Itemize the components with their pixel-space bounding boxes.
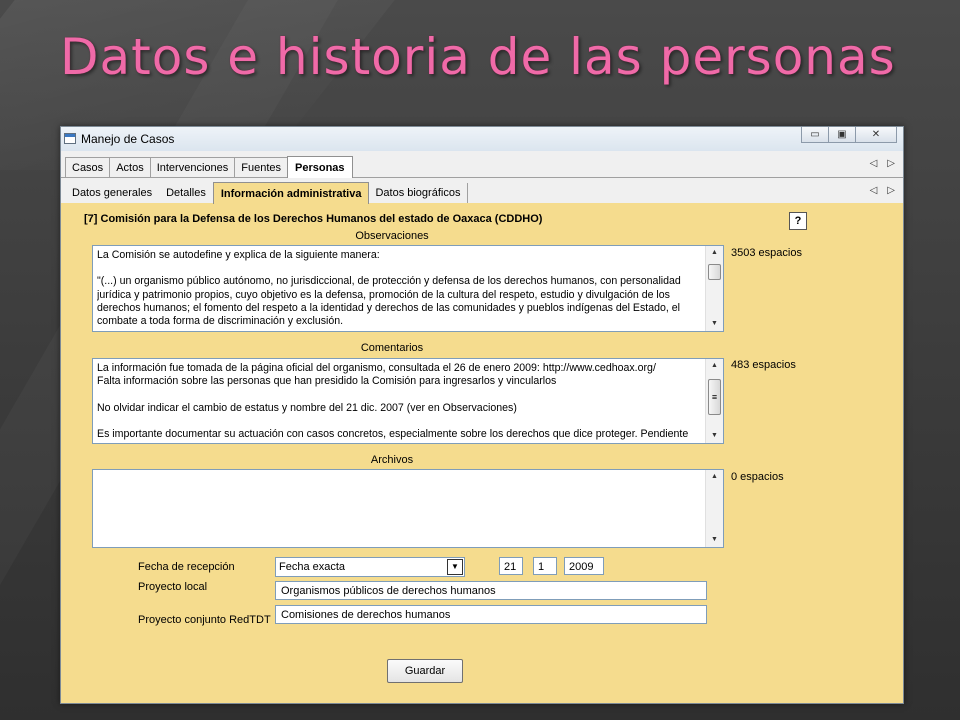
- scroll-up-icon[interactable]: ▲: [706, 359, 723, 373]
- anio-input[interactable]: 2009: [564, 557, 604, 575]
- restore-button[interactable]: ▣: [829, 127, 856, 143]
- record-title: [7] Comisión para la Defensa de los Dere…: [84, 213, 543, 225]
- scroll-up-icon[interactable]: ▲: [706, 470, 723, 484]
- app-window-icon: [64, 133, 76, 144]
- subtab-scroll-left-icon[interactable]: ◁: [870, 185, 878, 196]
- mes-input[interactable]: 1: [533, 557, 557, 575]
- scroll-down-icon[interactable]: ▼: [706, 317, 723, 331]
- window-title: Manejo de Casos: [81, 132, 175, 146]
- archivos-scrollbar[interactable]: ▲ ▼: [705, 470, 723, 547]
- proyecto-conjunto-label: Proyecto conjunto RedTDT: [138, 614, 271, 626]
- comentarios-label: Comentarios: [360, 342, 424, 354]
- comentarios-textarea[interactable]: La información fue tomada de la página o…: [92, 358, 724, 444]
- tab-datos-biograficos[interactable]: Datos biográficos: [368, 183, 469, 203]
- scroll-thumb[interactable]: ≡: [708, 379, 721, 415]
- tab-intervenciones[interactable]: Intervenciones: [149, 157, 236, 177]
- observaciones-textarea[interactable]: La Comisión se autodefine y explica de l…: [92, 245, 724, 332]
- minimize-button[interactable]: ▭: [801, 127, 829, 143]
- proyecto-local-label: Proyecto local: [138, 581, 208, 593]
- scroll-up-icon[interactable]: ▲: [706, 246, 723, 260]
- archivos-count: 0 espacios: [731, 471, 784, 483]
- title-bar[interactable]: Manejo de Casos ▭ ▣ ✕: [61, 127, 903, 152]
- tab-scroll-left-icon[interactable]: ◁: [870, 158, 878, 169]
- app-window: Manejo de Casos ▭ ▣ ✕ Casos Actos Interv…: [60, 126, 904, 704]
- main-tabbar: Casos Actos Intervenciones Fuentes Perso…: [61, 151, 903, 178]
- tab-scroll-right-icon[interactable]: ▷: [887, 158, 895, 169]
- observaciones-text: La Comisión se autodefine y explica de l…: [97, 249, 681, 328]
- comentarios-scrollbar[interactable]: ▲ ≡ ▼: [705, 359, 723, 443]
- chevron-down-icon[interactable]: ▼: [447, 559, 463, 575]
- help-button[interactable]: ?: [789, 212, 807, 230]
- observaciones-label: Observaciones: [355, 230, 429, 242]
- subtab-scroll-right-icon[interactable]: ▷: [887, 185, 895, 196]
- tab-detalles[interactable]: Detalles: [159, 183, 214, 203]
- archivos-label: Archivos: [370, 454, 414, 466]
- comentarios-count: 483 espacios: [731, 359, 796, 371]
- save-button[interactable]: Guardar: [387, 659, 463, 683]
- scroll-down-icon[interactable]: ▼: [706, 533, 723, 547]
- tab-datos-generales[interactable]: Datos generales: [65, 183, 161, 203]
- close-button[interactable]: ✕: [856, 127, 897, 143]
- fecha-tipo-select[interactable]: Fecha exacta ▼: [275, 557, 465, 577]
- archivos-textarea[interactable]: ▲ ▼: [92, 469, 724, 548]
- dia-input[interactable]: 21: [499, 557, 523, 575]
- scroll-down-icon[interactable]: ▼: [706, 429, 723, 443]
- tab-fuentes[interactable]: Fuentes: [234, 157, 288, 177]
- observaciones-scrollbar[interactable]: ▲ ▼: [705, 246, 723, 331]
- fecha-tipo-value: Fecha exacta: [279, 561, 346, 573]
- proyecto-conjunto-field[interactable]: Comisiones de derechos humanos: [275, 605, 707, 624]
- slide-title: Datos e historia de las personas: [60, 28, 896, 86]
- tab-casos[interactable]: Casos: [65, 157, 111, 177]
- proyecto-local-field[interactable]: Organismos públicos de derechos humanos: [275, 581, 707, 600]
- sub-tabbar: Datos generales Detalles Información adm…: [61, 178, 903, 204]
- fecha-recepcion-label: Fecha de recepción: [138, 561, 235, 573]
- observaciones-count: 3503 espacios: [731, 247, 802, 259]
- scroll-thumb[interactable]: [708, 264, 721, 280]
- comentarios-text: La información fue tomada de la página o…: [97, 362, 689, 440]
- tab-actos[interactable]: Actos: [109, 157, 151, 177]
- tab-informacion-administrativa[interactable]: Información administrativa: [212, 182, 370, 204]
- tab-personas[interactable]: Personas: [287, 156, 353, 178]
- archivos-text: [97, 473, 701, 544]
